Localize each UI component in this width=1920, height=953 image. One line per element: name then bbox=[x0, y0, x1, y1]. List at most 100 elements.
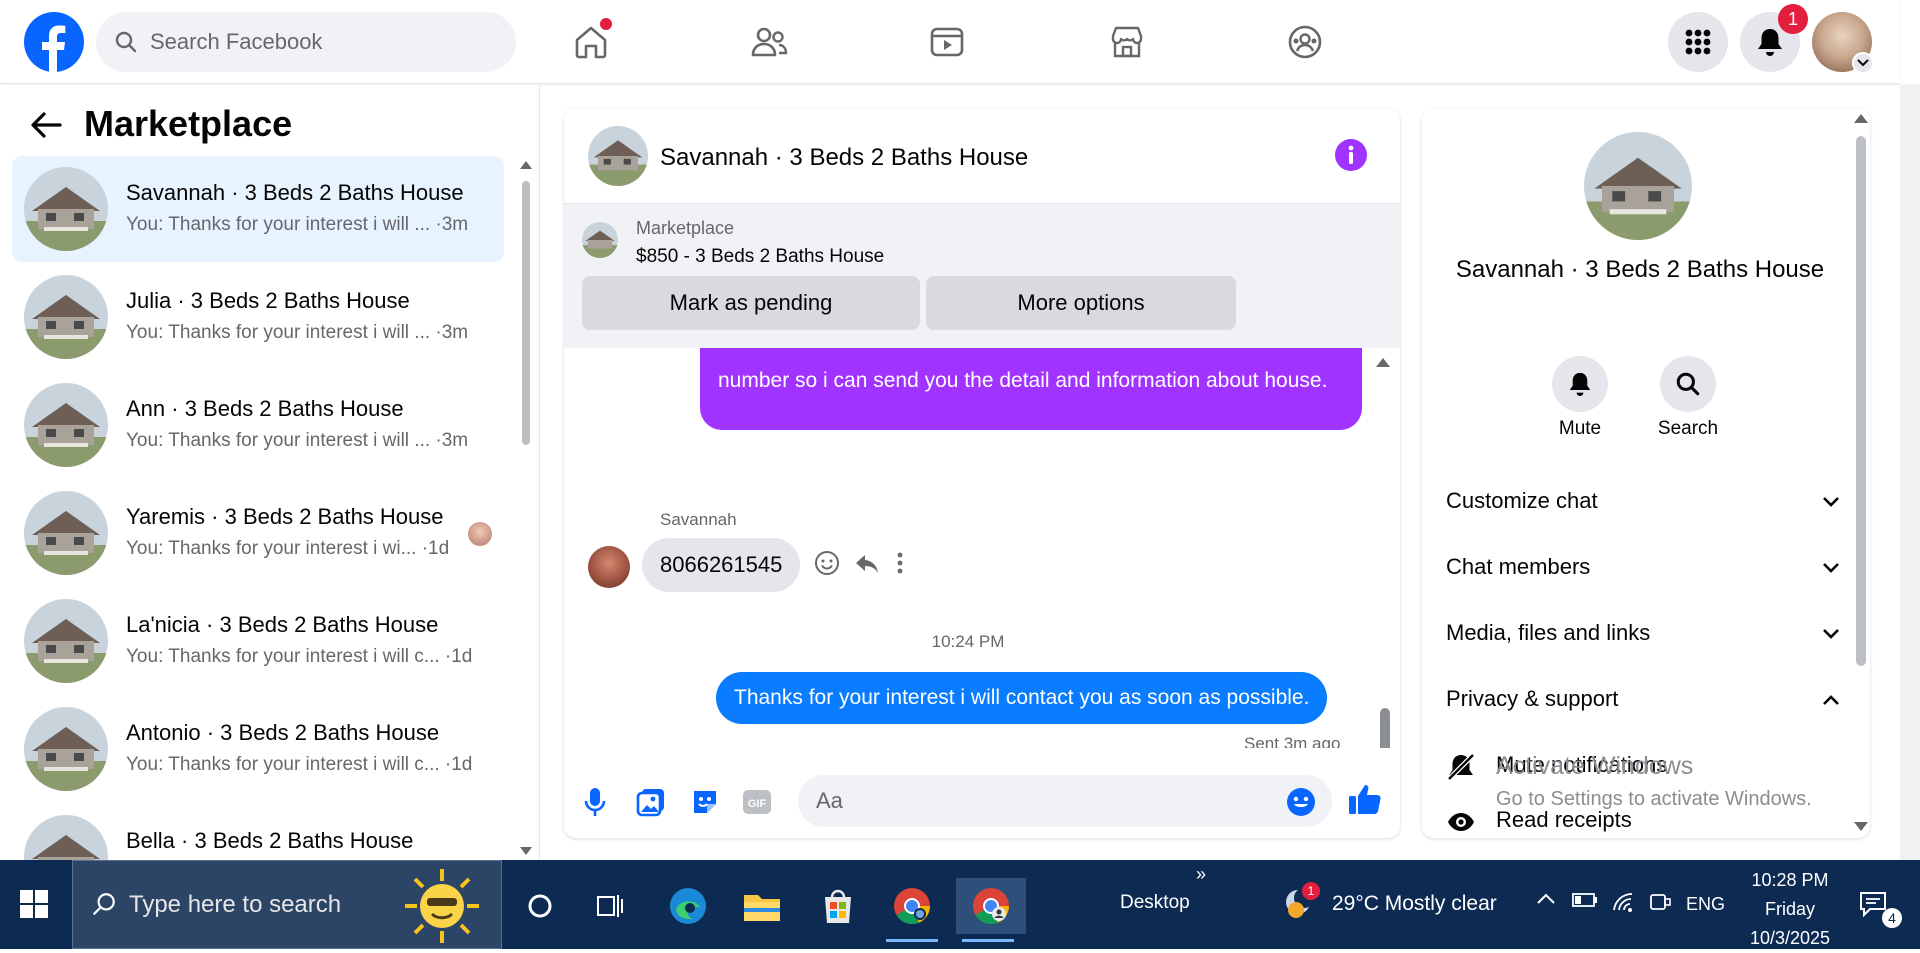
chevron-down-icon[interactable] bbox=[1852, 52, 1874, 74]
chrome-profile-taskbar-button[interactable] bbox=[956, 878, 1026, 942]
system-clock[interactable]: 10:28 PM Friday 10/3/2025 bbox=[1740, 866, 1840, 953]
home-tab[interactable] bbox=[546, 12, 636, 72]
menu-grid-icon bbox=[1684, 28, 1712, 56]
reply-icon[interactable] bbox=[854, 550, 880, 576]
conversation-item[interactable]: Bella · 3 Beds 2 Baths House bbox=[12, 804, 504, 860]
microsoft-store-taskbar-button[interactable] bbox=[806, 878, 870, 934]
listing-price-title[interactable]: $850 - 3 Beds 2 Baths House bbox=[636, 246, 884, 268]
conversation-list-scrollbar[interactable] bbox=[522, 181, 530, 445]
search-in-chat-button[interactable] bbox=[1660, 356, 1716, 412]
message-scrollbar[interactable] bbox=[1380, 708, 1390, 748]
language-indicator[interactable]: ENG bbox=[1686, 894, 1725, 915]
speaker-icon[interactable] bbox=[1648, 892, 1672, 912]
customize-chat-section[interactable]: Customize chat bbox=[1446, 488, 1846, 528]
search-bar[interactable] bbox=[96, 12, 516, 72]
chat-header: Savannah · 3 Beds 2 Baths House bbox=[564, 108, 1400, 204]
eye-icon bbox=[1446, 807, 1476, 837]
search-icon bbox=[91, 891, 117, 917]
scroll-down-icon[interactable] bbox=[520, 847, 532, 855]
conversation-preview: You: Thanks for your interest i will ...… bbox=[126, 322, 469, 343]
more-options-button[interactable]: More options bbox=[926, 276, 1236, 330]
thumbs-up-icon[interactable] bbox=[1348, 783, 1382, 815]
edge-taskbar-button[interactable] bbox=[656, 878, 720, 934]
phone-number-message[interactable]: 8066261545 bbox=[642, 538, 801, 592]
page-title: Marketplace bbox=[84, 103, 293, 144]
home-notification-dot bbox=[600, 18, 612, 30]
sender-avatar[interactable] bbox=[588, 546, 630, 588]
notification-badge: 1 bbox=[1778, 4, 1808, 34]
react-emoji-icon[interactable] bbox=[814, 550, 840, 576]
conversation-preview: You: Thanks for your interest i will c..… bbox=[126, 646, 473, 667]
listing-thumbnail[interactable] bbox=[588, 126, 648, 186]
file-explorer-taskbar-button[interactable] bbox=[730, 878, 794, 934]
gif-icon[interactable]: GIF bbox=[742, 789, 772, 815]
toolbar-overflow-button[interactable]: » bbox=[1196, 864, 1206, 885]
back-arrow-icon[interactable] bbox=[30, 111, 62, 139]
microphone-icon[interactable] bbox=[584, 787, 606, 817]
section-label: Privacy & support bbox=[1446, 686, 1619, 711]
listing-thumbnail bbox=[582, 222, 618, 258]
friends-tab[interactable] bbox=[724, 12, 814, 72]
more-actions-icon[interactable] bbox=[896, 550, 904, 576]
details-scrollbar[interactable] bbox=[1856, 136, 1866, 666]
marketplace-tab[interactable] bbox=[1082, 12, 1172, 72]
conversation-item[interactable]: Savannah · 3 Beds 2 Baths House You: Tha… bbox=[12, 156, 504, 262]
page-scrollbar[interactable] bbox=[1900, 84, 1920, 860]
conversation-title: Savannah · 3 Beds 2 Baths House bbox=[126, 180, 464, 205]
scroll-up-icon[interactable] bbox=[520, 161, 532, 169]
listing-thumbnail bbox=[24, 491, 108, 575]
mute-label: Mute bbox=[1558, 418, 1602, 439]
mute-button[interactable] bbox=[1552, 356, 1608, 412]
section-label: Chat members bbox=[1446, 554, 1591, 579]
media-files-links-section[interactable]: Media, files and links bbox=[1446, 620, 1846, 660]
cortana-circle-icon bbox=[527, 893, 553, 919]
groups-tab[interactable] bbox=[1260, 12, 1350, 72]
sticker-icon[interactable] bbox=[690, 787, 720, 817]
listing-thumbnail[interactable] bbox=[1584, 132, 1692, 240]
chevron-down-icon bbox=[1822, 562, 1840, 574]
chevron-down-icon bbox=[1822, 496, 1840, 508]
search-input[interactable] bbox=[150, 12, 490, 72]
chat-members-section[interactable]: Chat members bbox=[1446, 554, 1846, 594]
windows-start-icon[interactable] bbox=[20, 890, 48, 918]
scroll-up-icon[interactable] bbox=[1854, 114, 1868, 123]
menu-button[interactable] bbox=[1668, 12, 1728, 72]
weather-status[interactable]: 29°C Mostly clear bbox=[1332, 892, 1497, 916]
conversation-item[interactable]: Yaremis · 3 Beds 2 Baths House You: Than… bbox=[12, 480, 504, 586]
bell-icon bbox=[1568, 371, 1592, 397]
seen-avatar bbox=[468, 522, 492, 546]
wifi-icon[interactable] bbox=[1612, 892, 1636, 912]
received-message-bubble[interactable]: number so i can send you the detail and … bbox=[700, 348, 1362, 430]
emoji-icon[interactable] bbox=[1286, 787, 1316, 817]
conversation-item[interactable]: Julia · 3 Beds 2 Baths House You: Thanks… bbox=[12, 264, 504, 370]
task-view-button[interactable] bbox=[578, 878, 642, 934]
cortana-button[interactable] bbox=[508, 878, 572, 934]
scroll-up-icon[interactable] bbox=[1376, 358, 1390, 367]
search-icon bbox=[1675, 371, 1701, 397]
chrome-taskbar-button[interactable] bbox=[880, 878, 944, 942]
conversation-item[interactable]: La'nicia · 3 Beds 2 Baths House You: Tha… bbox=[12, 588, 504, 694]
chat-title[interactable]: Savannah · 3 Beds 2 Baths House bbox=[660, 144, 1028, 172]
sent-message-bubble[interactable]: Thanks for your interest i will contact … bbox=[716, 672, 1328, 724]
info-icon[interactable] bbox=[1334, 138, 1368, 172]
chrome-profile-icon bbox=[971, 886, 1011, 926]
chevron-up-icon[interactable] bbox=[1536, 892, 1556, 906]
battery-icon[interactable] bbox=[1572, 892, 1598, 908]
timestamp-separator: 10:24 PM bbox=[931, 632, 1005, 651]
photo-icon[interactable] bbox=[636, 787, 666, 817]
taskbar-search-box[interactable] bbox=[72, 860, 502, 949]
conversation-preview: You: Thanks for your interest i will ...… bbox=[126, 214, 469, 235]
desktop-toolbar-label[interactable]: Desktop bbox=[1120, 892, 1190, 914]
mark-as-pending-button[interactable]: Mark as pending bbox=[582, 276, 920, 330]
conversation-item[interactable]: Ann · 3 Beds 2 Baths House You: Thanks f… bbox=[12, 372, 504, 478]
taskbar-search-input[interactable] bbox=[129, 885, 429, 925]
search-icon bbox=[114, 30, 138, 54]
privacy-support-section[interactable]: Privacy & support bbox=[1446, 686, 1846, 726]
conversation-item[interactable]: Antonio · 3 Beds 2 Baths House You: Than… bbox=[12, 696, 504, 802]
facebook-logo-icon[interactable] bbox=[24, 12, 84, 72]
watch-tab[interactable] bbox=[902, 12, 992, 72]
svg-text:GIF: GIF bbox=[748, 798, 767, 810]
scroll-down-icon[interactable] bbox=[1854, 822, 1868, 831]
message-input[interactable] bbox=[816, 775, 1276, 827]
message-input-box[interactable] bbox=[798, 775, 1332, 827]
